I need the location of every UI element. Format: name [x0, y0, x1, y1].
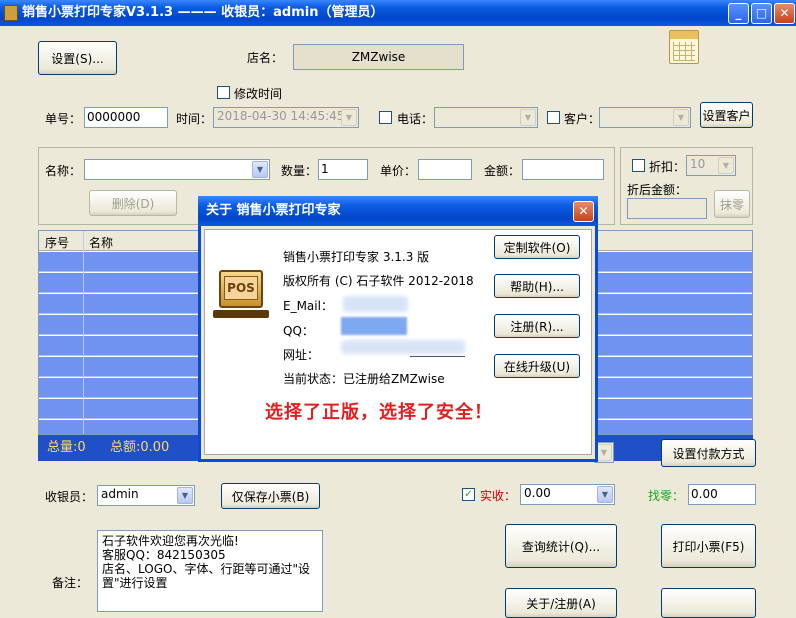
chevron-down-icon: ▼: [718, 157, 734, 174]
time-picker[interactable]: 2018-04-30 14:45:45 ▼: [213, 107, 359, 128]
discount-select[interactable]: 10 ▼: [686, 155, 736, 176]
quantity-input[interactable]: 1: [318, 159, 368, 180]
set-payment-button[interactable]: 设置付款方式: [661, 439, 756, 467]
calendar-icon[interactable]: [669, 30, 699, 64]
about-product: 销售小票打印专家 3.1.3 版: [283, 250, 430, 264]
phone-label: 电话：: [397, 112, 434, 126]
column-header-index: 序号: [45, 236, 70, 250]
phone-select[interactable]: ▼: [434, 107, 538, 128]
chevron-down-icon: ▼: [673, 109, 689, 126]
maximize-button[interactable]: □: [751, 3, 772, 24]
after-discount-label: 折后金额：: [627, 183, 688, 197]
delete-button[interactable]: 删除(D): [89, 190, 177, 216]
about-status: 当前状态：已注册给ZMZwise: [283, 372, 445, 386]
order-no-label: 单号：: [45, 112, 82, 126]
about-website-label: 网址：: [283, 348, 320, 362]
about-register-button[interactable]: 关于/注册(A): [505, 588, 617, 618]
shop-name-label: 店名：: [247, 51, 284, 65]
round-off-button[interactable]: 抹零: [714, 190, 750, 218]
chevron-down-icon: ▼: [252, 161, 268, 178]
pos-logo-icon: POS: [213, 270, 269, 320]
total-amount: 总额:0.00: [110, 440, 170, 455]
chevron-down-icon: ▼: [341, 109, 357, 126]
received-value: 0.00: [524, 486, 551, 500]
about-dialog: 关于 销售小票打印专家 ✕ POS 销售小票打印专家 3.1.3 版 版权所有 …: [198, 196, 598, 462]
pos-logo-text: POS: [224, 276, 258, 300]
minimize-button[interactable]: _: [728, 3, 749, 24]
notes-textarea[interactable]: 石子软件欢迎您再次光临! 客服QQ：842150305 店名、LOGO、字体、行…: [97, 530, 323, 612]
discount-label: 折扣：: [649, 160, 686, 174]
time-value: 2018-04-30 14:45:45: [217, 109, 345, 123]
close-button[interactable]: ✕: [774, 3, 795, 24]
quantity-label: 数量：: [281, 164, 318, 178]
email-redacted: [343, 296, 408, 312]
chevron-down-icon: ▼: [596, 444, 612, 461]
discount-value: 10: [690, 157, 706, 171]
print-receipt-button[interactable]: 打印小票(F5): [661, 524, 756, 568]
exit-button[interactable]: [661, 588, 756, 618]
query-stats-button[interactable]: 查询统计(Q)...: [505, 524, 617, 568]
about-qq-label: QQ：: [283, 324, 314, 338]
window-title: 销售小票打印专家V3.1.3 ——— 收银员：admin（管理员）: [22, 5, 384, 20]
website-underline: [410, 356, 465, 357]
register-button[interactable]: 注册(R)...: [494, 314, 580, 338]
set-customer-button[interactable]: 设置客户: [700, 102, 753, 128]
item-name-label: 名称：: [45, 164, 82, 178]
change-label: 找零：: [648, 489, 685, 503]
modify-time-checkbox[interactable]: [217, 86, 230, 99]
about-email-label: E_Mail：: [283, 299, 333, 313]
phone-checkbox[interactable]: [379, 111, 392, 124]
total-quantity: 总量:0: [47, 440, 86, 455]
received-checkbox[interactable]: ✓: [462, 488, 475, 501]
help-button[interactable]: 帮助(H)...: [494, 274, 580, 298]
about-dialog-title-bar[interactable]: 关于 销售小票打印专家: [198, 196, 598, 226]
qq-redacted: [341, 317, 407, 335]
cashier-select[interactable]: admin ▼: [97, 485, 195, 506]
chevron-down-icon: ▼: [520, 109, 536, 126]
notes-label: 备注：: [52, 576, 89, 590]
unit-price-label: 单价：: [380, 164, 417, 178]
cashier-label: 收银员：: [45, 490, 94, 504]
received-label: 实收：: [480, 489, 517, 503]
about-dialog-title: 关于 销售小票打印专家: [206, 203, 341, 218]
customer-label: 客户：: [564, 112, 601, 126]
custom-software-button[interactable]: 定制软件(O): [494, 235, 580, 259]
customer-select[interactable]: ▼: [599, 107, 691, 128]
customer-checkbox[interactable]: [547, 111, 560, 124]
about-slogan: 选择了正版，选择了安全！: [265, 402, 493, 423]
order-no-input[interactable]: 0000000: [84, 107, 168, 128]
time-label: 时间：: [176, 112, 213, 126]
after-discount-field[interactable]: [627, 198, 707, 219]
shop-name-field[interactable]: ZMZwise: [293, 44, 464, 70]
website-redacted: [341, 340, 465, 354]
change-input[interactable]: 0.00: [688, 484, 756, 505]
amount-input[interactable]: [522, 159, 604, 180]
online-upgrade-button[interactable]: 在线升级(U): [494, 354, 580, 378]
column-header-name: 名称: [89, 236, 114, 250]
about-dialog-body: POS 销售小票打印专家 3.1.3 版 版权所有 (C) 石子软件 2012-…: [204, 229, 592, 455]
modify-time-label: 修改时间: [234, 87, 283, 101]
about-dialog-close-icon[interactable]: ✕: [573, 201, 594, 222]
settings-button[interactable]: 设置(S)...: [38, 41, 117, 75]
about-copyright: 版权所有 (C) 石子软件 2012-2018: [283, 274, 474, 288]
amount-label: 金额：: [484, 164, 521, 178]
app-icon: [4, 5, 18, 21]
discount-checkbox[interactable]: [632, 159, 645, 172]
received-select[interactable]: 0.00 ▼: [520, 484, 615, 505]
cashier-value: admin: [101, 487, 139, 501]
window-title-bar[interactable]: 销售小票打印专家V3.1.3 ——— 收银员：admin（管理员） _ □ ✕: [0, 0, 796, 26]
unit-price-input[interactable]: [418, 159, 472, 180]
item-name-select[interactable]: ▼: [84, 159, 270, 180]
chevron-down-icon: ▼: [597, 486, 613, 503]
chevron-down-icon: ▼: [177, 487, 193, 504]
save-only-button[interactable]: 仅保存小票(B): [221, 483, 320, 509]
